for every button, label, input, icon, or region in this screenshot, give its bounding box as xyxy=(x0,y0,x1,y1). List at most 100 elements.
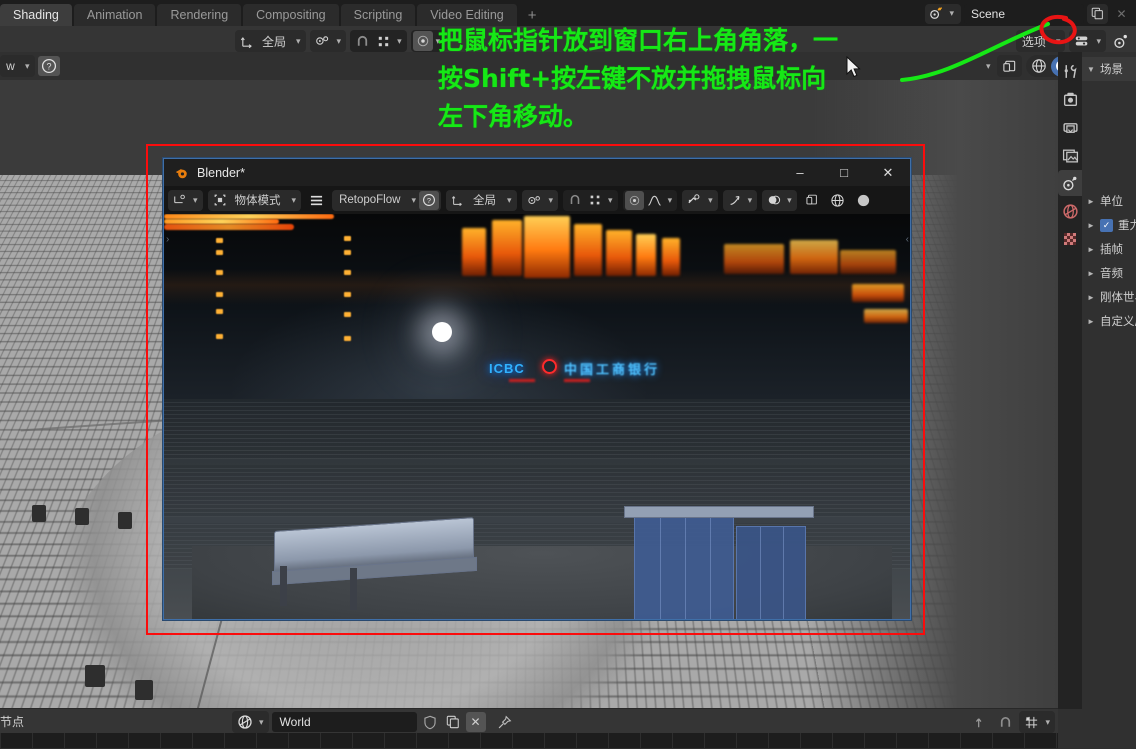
chevron-down-icon: ▾ xyxy=(296,35,301,46)
snap-grid-icon[interactable] xyxy=(585,191,605,210)
node-snap-dropdown[interactable]: ▾ xyxy=(1019,711,1055,733)
workspace-tab-compositing[interactable]: Compositing xyxy=(243,4,340,26)
viewport-header-right-group: 选项 ▾ ▾ xyxy=(1015,30,1133,52)
proportional-edit-icon[interactable] xyxy=(412,31,433,51)
render-stage-deck xyxy=(624,506,814,518)
close-icon: ✕ xyxy=(1116,6,1127,21)
blender-window-title-bar[interactable]: Blender* – □ ✕ xyxy=(164,159,910,186)
snap-magnet-icon[interactable] xyxy=(352,31,373,51)
render-building xyxy=(840,250,896,274)
chevron-down-icon[interactable]: ▾ xyxy=(605,195,616,206)
panel-rigid-body-world[interactable]: ► 刚体世界 xyxy=(1082,285,1136,309)
shading-mode-wireframe[interactable] xyxy=(1028,56,1050,77)
workspace-tab-shading[interactable]: Shading xyxy=(0,4,73,26)
render-window-light xyxy=(344,336,351,341)
panel-gravity[interactable]: ► ✓ 重力 xyxy=(1082,213,1136,237)
panel-units[interactable]: ► 单位 xyxy=(1082,189,1136,213)
panel-label: 音频 xyxy=(1100,268,1123,280)
overlays-dropdown[interactable]: ▾ xyxy=(762,189,797,211)
falloff-curve-icon[interactable] xyxy=(644,191,665,210)
view-dropdown[interactable]: w ▾ xyxy=(0,55,35,77)
panel-expand-left-icon[interactable]: › xyxy=(166,234,169,245)
object-types-visibility-dropdown[interactable]: ▾ xyxy=(1069,30,1106,52)
add-workspace-button[interactable]: + xyxy=(519,4,546,26)
help-question-icon[interactable]: ? xyxy=(418,190,439,210)
window-maximize-button[interactable]: □ xyxy=(822,159,866,186)
new-scene-button[interactable] xyxy=(1087,3,1108,24)
snap-magnet-icon[interactable] xyxy=(995,712,1016,732)
panel-keying-sets[interactable]: ► 插帧 xyxy=(1082,237,1136,261)
solid-sphere-icon[interactable] xyxy=(853,191,874,210)
properties-tab-render[interactable] xyxy=(1058,86,1082,112)
retopoflow-addon-group[interactable]: RetopoFlow ▾ ? xyxy=(332,189,441,211)
panel-custom-properties[interactable]: ► 自定义属性 xyxy=(1082,309,1136,333)
datablock-browse-button[interactable]: ▾ xyxy=(232,711,269,733)
help-question-icon[interactable]: ? xyxy=(37,56,60,76)
properties-tab-tool[interactable] xyxy=(1058,58,1082,84)
workspace-tab-video-editing[interactable]: Video Editing xyxy=(417,4,518,26)
workspace-tab-label: Scripting xyxy=(353,8,403,22)
workspace-tab-animation[interactable]: Animation xyxy=(73,4,157,26)
scene-name-field[interactable]: Scene xyxy=(964,3,1084,24)
properties-tab-output[interactable] xyxy=(1058,114,1082,140)
interaction-mode-dropdown[interactable]: 物体模式 ▾ xyxy=(207,189,302,211)
model-notch xyxy=(135,680,153,700)
window-close-button[interactable]: ✕ xyxy=(866,159,910,186)
gravity-checkbox[interactable]: ✓ xyxy=(1100,218,1113,232)
panel-scene-body xyxy=(1082,81,1136,189)
xray-toggle-icon[interactable] xyxy=(802,191,822,210)
pin-button[interactable] xyxy=(494,712,515,732)
snap-grid-icon[interactable] xyxy=(373,31,394,51)
wireframe-icon xyxy=(1031,58,1047,74)
pivot-point-dropdown[interactable]: ▾ xyxy=(309,30,347,52)
workspace-tab-rendering[interactable]: Rendering xyxy=(157,4,243,26)
workspace-tab-scripting[interactable]: Scripting xyxy=(340,4,417,26)
panel-expand-right-icon[interactable]: ‹ xyxy=(906,234,909,245)
shield-fake-user-icon xyxy=(423,715,437,730)
camera-view-button[interactable] xyxy=(997,55,1023,77)
properties-tab-view-layer[interactable] xyxy=(1058,142,1082,168)
scene-properties-icon[interactable] xyxy=(1110,31,1133,51)
unlink-datablock-button[interactable]: ✕ xyxy=(465,712,486,732)
visibility-dropdown[interactable]: ▾ xyxy=(682,189,718,211)
workspace-tab-label: Shading xyxy=(13,8,59,22)
remove-scene-button[interactable]: ✕ xyxy=(1111,4,1132,24)
fake-user-button[interactable] xyxy=(420,712,440,732)
camera-view-icon xyxy=(999,56,1020,76)
window-minimize-button[interactable]: – xyxy=(778,159,822,186)
chevron-down-icon: ▾ xyxy=(336,35,342,46)
chevron-down-icon[interactable]: ▾ xyxy=(394,36,405,47)
scene-browse-button[interactable]: ▾ xyxy=(925,3,961,24)
chevron-down-icon: ▾ xyxy=(548,194,554,205)
chevron-down-icon[interactable]: ▾ xyxy=(983,61,994,72)
duplicate-datablock-button[interactable] xyxy=(443,712,463,732)
world-name-field[interactable]: World xyxy=(271,712,417,732)
blender-orientation-dropdown[interactable]: 全局 ▾ xyxy=(445,189,517,211)
transform-orientation-dropdown[interactable]: 全局 ▾ xyxy=(235,30,306,52)
blender-3d-viewport[interactable]: ICBC 中国工商银行 › ‹ xyxy=(164,214,910,619)
chevron-down-icon[interactable]: ▾ xyxy=(665,195,676,206)
proportional-edit-icon[interactable] xyxy=(624,190,644,210)
hamburger-menu-icon[interactable] xyxy=(306,191,327,210)
properties-tab-world[interactable] xyxy=(1058,198,1082,224)
properties-tab-texture[interactable] xyxy=(1058,226,1082,252)
render-stage-leg xyxy=(280,566,287,606)
options-dropdown[interactable]: 选项 ▾ xyxy=(1015,30,1066,52)
blender-pivot-dropdown[interactable]: ▾ xyxy=(521,189,559,211)
render-building xyxy=(724,244,784,274)
tool-wrench-icon xyxy=(1062,63,1079,80)
panel-audio[interactable]: ► 音频 xyxy=(1082,261,1136,285)
mouse-cursor-icon xyxy=(846,56,861,78)
node-editor-grid[interactable] xyxy=(0,733,1058,749)
properties-tab-scene[interactable] xyxy=(1058,170,1082,196)
model-notch xyxy=(118,512,132,529)
gizmo-dropdown[interactable]: ▾ xyxy=(722,189,758,211)
inner-blender-window[interactable]: Blender* – □ ✕ ▾ 物体模式 ▾ RetopoFlow ▾ ? 全… xyxy=(163,158,911,620)
snap-magnet-icon[interactable] xyxy=(565,191,585,210)
render-window-light xyxy=(344,250,351,255)
panel-scene[interactable]: ▼ 场景 xyxy=(1082,57,1136,81)
editor-type-dropdown[interactable]: ▾ xyxy=(168,189,203,211)
chevron-down-icon[interactable]: ▾ xyxy=(433,36,444,47)
wireframe-icon[interactable] xyxy=(827,191,848,210)
goto-parent-button[interactable] xyxy=(971,712,992,732)
